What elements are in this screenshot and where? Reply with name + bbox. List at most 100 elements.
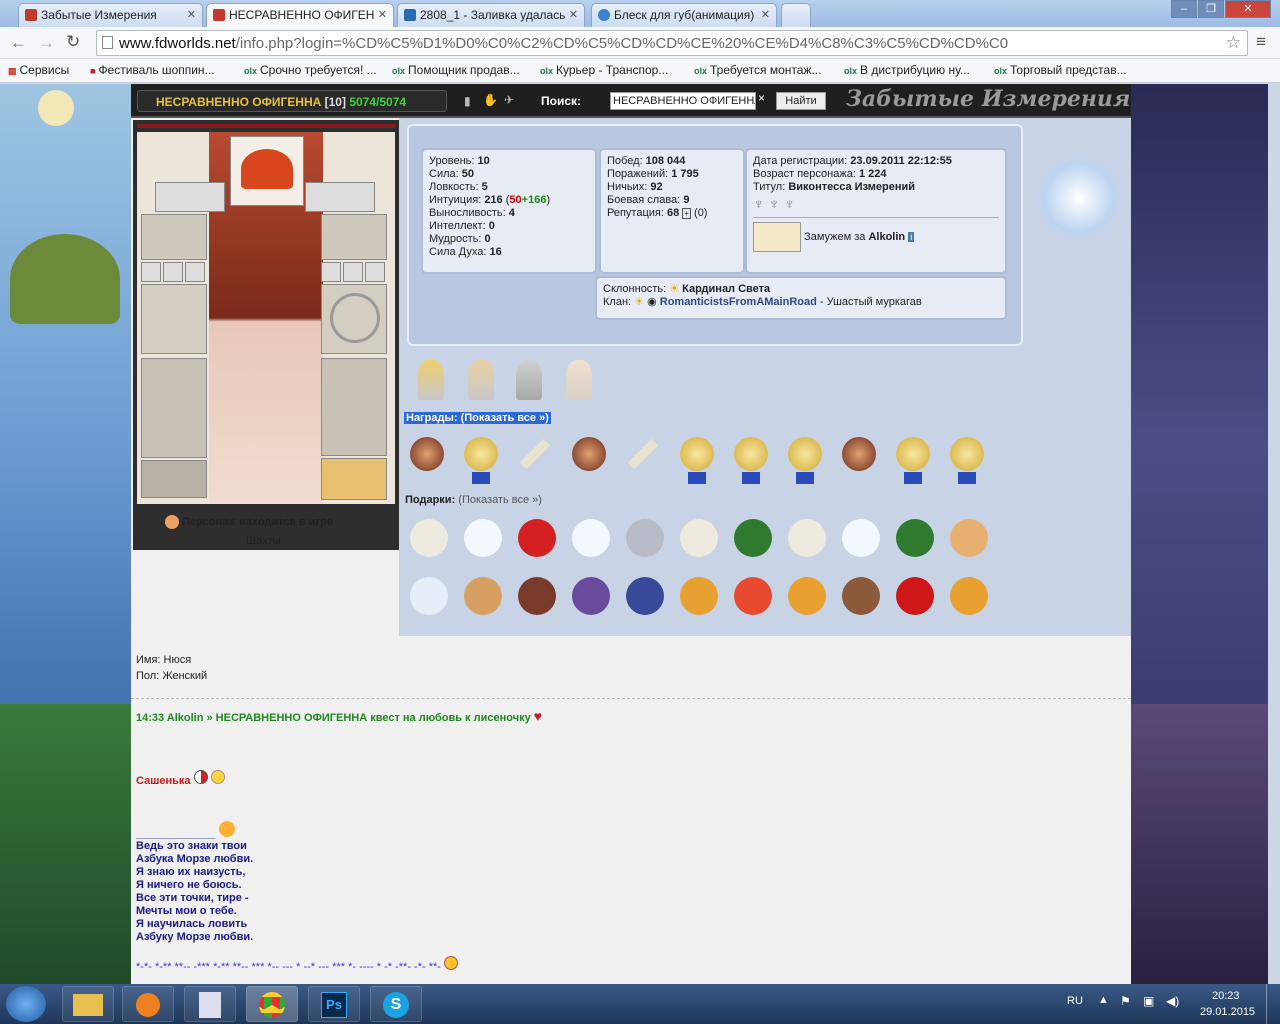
hearts-icon[interactable]	[513, 514, 561, 562]
snowman-icon[interactable]	[459, 514, 507, 562]
ring-slot-6[interactable]	[365, 262, 385, 282]
shield-slot[interactable]	[321, 284, 387, 354]
bookmark-olx-5[interactable]: olx В дистрибуцию ну...	[844, 63, 970, 77]
skype-icon[interactable]: S	[370, 986, 422, 1022]
ring-slot-3[interactable]	[185, 262, 205, 282]
earrings-slot[interactable]	[305, 182, 375, 212]
jam-jar-icon[interactable]	[729, 572, 777, 620]
start-button[interactable]	[6, 986, 46, 1022]
snowman-icon[interactable]	[837, 514, 885, 562]
gold-medal-icon[interactable]	[785, 434, 825, 484]
spouse-link[interactable]: Alkolin	[868, 231, 905, 243]
chrome-icon[interactable]	[246, 986, 298, 1022]
cross-medal-icon[interactable]	[407, 434, 447, 484]
snowman-icon[interactable]	[567, 514, 615, 562]
trophy-medal-icon[interactable]	[559, 356, 599, 406]
gold-medal-icon[interactable]	[731, 434, 771, 484]
reload-icon[interactable]: ↻	[66, 32, 80, 52]
bookmark-olx-6[interactable]: olx Торговый представ...	[994, 63, 1127, 77]
gold-medal-icon[interactable]	[893, 434, 933, 484]
ring-slot-2[interactable]	[163, 262, 183, 282]
forward-icon[interactable]: →	[38, 33, 55, 53]
quill-icon[interactable]	[623, 434, 663, 484]
bookmark-services[interactable]: ▦ Сервисы	[8, 63, 69, 77]
sheep-icon[interactable]	[675, 514, 723, 562]
volume-icon[interactable]: ◀)	[1166, 994, 1179, 1008]
flower-basket-icon[interactable]	[675, 572, 723, 620]
minimize-icon[interactable]: –	[1171, 0, 1197, 18]
search-input[interactable]: НЕСРАВНЕННО ОФИГЕННА	[610, 92, 756, 110]
bracers-slot[interactable]	[321, 214, 387, 260]
necklace-slot[interactable]	[155, 182, 225, 212]
quill-icon[interactable]	[515, 434, 555, 484]
trophy-medal-icon[interactable]	[461, 356, 501, 406]
belt-slot[interactable]	[141, 460, 207, 498]
photoshop-icon[interactable]: Ps	[308, 986, 360, 1022]
wreath-icon[interactable]	[729, 514, 777, 562]
trash-icon[interactable]: ▮	[464, 94, 471, 108]
awards-show-all-link[interactable]: (Показать все »)	[461, 412, 549, 424]
close-tab-icon[interactable]: ✕	[187, 8, 196, 21]
tab-zabytye[interactable]: Забытые Измерения ✕	[18, 3, 203, 27]
bird-icon[interactable]: ✈	[504, 93, 514, 107]
tray-arrow-icon[interactable]: ▲	[1098, 994, 1109, 1006]
bookmark-olx-2[interactable]: olx Помощник продав...	[392, 63, 520, 77]
bell-icon[interactable]	[459, 572, 507, 620]
legs-slot[interactable]	[321, 358, 387, 456]
gold-medal-icon[interactable]	[461, 434, 501, 484]
flag-icon[interactable]: ⚑	[1120, 994, 1131, 1008]
tab-blesk[interactable]: Блеск для губ(анимация) ✕	[591, 3, 777, 27]
gloves-slot[interactable]	[141, 214, 207, 260]
bookmark-olx-1[interactable]: olx Срочно требуется! ...	[244, 63, 377, 77]
network-icon[interactable]: ▣	[1143, 994, 1154, 1008]
gold-medal-icon[interactable]	[677, 434, 717, 484]
trophy-medal-icon[interactable]	[509, 356, 549, 406]
boots-slot[interactable]	[321, 458, 387, 500]
clear-search-icon[interactable]: ×	[758, 91, 765, 105]
weapon-slot[interactable]	[141, 284, 207, 354]
ring-slot-4[interactable]	[321, 262, 341, 282]
close-tab-icon[interactable]: ✕	[378, 8, 387, 21]
snowflake-icon[interactable]	[405, 572, 453, 620]
calculator-icon[interactable]	[184, 986, 236, 1022]
flower-basket-icon[interactable]	[945, 572, 993, 620]
close-tab-icon[interactable]: ✕	[761, 8, 770, 21]
cross-medal-icon[interactable]	[839, 434, 879, 484]
cross-medal-icon[interactable]	[569, 434, 609, 484]
gold-medal-icon[interactable]	[947, 434, 987, 484]
angel-icon[interactable]	[945, 514, 993, 562]
rocking-horse-icon[interactable]	[837, 572, 885, 620]
media-player-icon[interactable]	[122, 986, 174, 1022]
close-tab-icon[interactable]: ✕	[569, 8, 578, 21]
back-icon[interactable]: ←	[10, 33, 27, 53]
ring-slot-5[interactable]	[343, 262, 363, 282]
plus-icon[interactable]: +	[682, 208, 691, 219]
ring-slot-1[interactable]	[141, 262, 161, 282]
clock-date[interactable]: 29.01.2015	[1200, 1006, 1255, 1018]
star-icon[interactable]: ☆	[1226, 33, 1241, 53]
bookmark-olx-4[interactable]: olx Требуется монтаж...	[694, 63, 821, 77]
close-window-icon[interactable]: ✕	[1225, 0, 1271, 18]
witch-icon[interactable]	[513, 572, 561, 620]
trophy-medal-icon[interactable]	[411, 356, 451, 406]
fruit-plate-icon[interactable]	[621, 572, 669, 620]
tab-profile[interactable]: НЕСРАВНЕННО ОФИГЕН ✕	[206, 3, 394, 28]
address-bar[interactable]: www.fdworlds.net/info.php?login=%CD%C5%D…	[96, 30, 1248, 56]
helmet-slot[interactable]	[230, 136, 304, 206]
new-tab-button[interactable]	[781, 3, 811, 27]
bookmark-olx-3[interactable]: olx Курьер - Транспор...	[540, 63, 668, 77]
language-indicator[interactable]: RU	[1067, 995, 1083, 1007]
info-icon[interactable]: i	[908, 231, 915, 242]
sheep-icon[interactable]	[783, 514, 831, 562]
clock-time[interactable]: 20:23	[1212, 990, 1240, 1002]
apple-icon[interactable]	[891, 572, 939, 620]
bookmark-festival[interactable]: ■ Фестиваль шоппин...	[90, 63, 215, 77]
deer-icon[interactable]	[621, 514, 669, 562]
sheep-icon[interactable]	[405, 514, 453, 562]
explorer-icon[interactable]	[62, 986, 114, 1022]
show-desktop-button[interactable]	[1266, 984, 1280, 1024]
search-button[interactable]: Найти	[776, 92, 826, 110]
wreath-icon[interactable]	[891, 514, 939, 562]
menu-icon[interactable]: ≡	[1256, 32, 1266, 52]
armor-slot[interactable]	[141, 358, 207, 458]
